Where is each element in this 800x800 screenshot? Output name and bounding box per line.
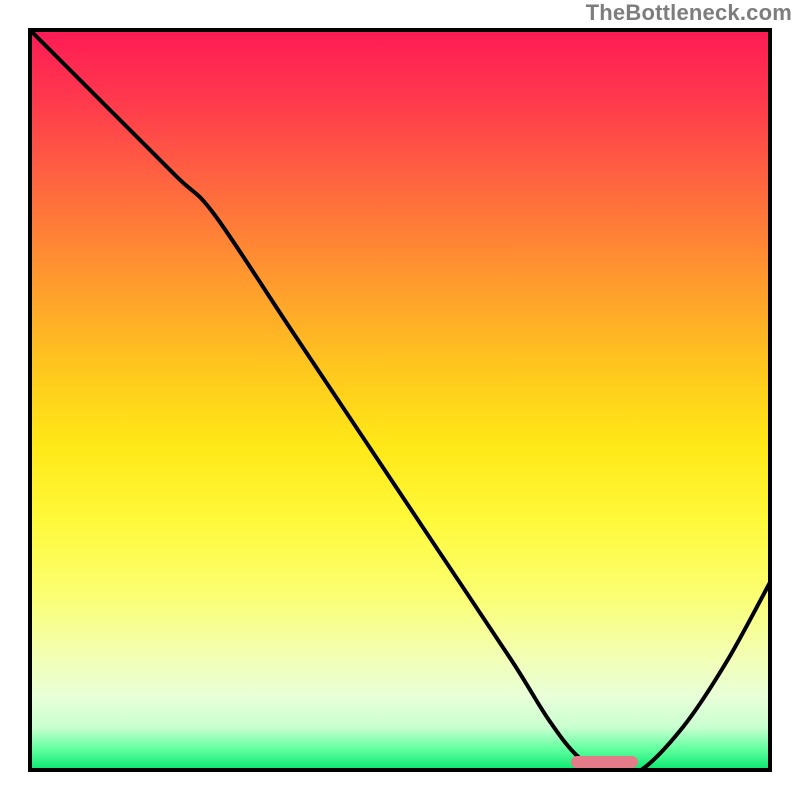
curve-svg bbox=[28, 28, 772, 772]
plot-area bbox=[28, 28, 772, 772]
bottleneck-curve-path bbox=[28, 28, 772, 772]
attribution-text: TheBottleneck.com bbox=[586, 0, 792, 26]
optimum-range-marker bbox=[571, 756, 638, 768]
chart-root: TheBottleneck.com bbox=[0, 0, 800, 800]
